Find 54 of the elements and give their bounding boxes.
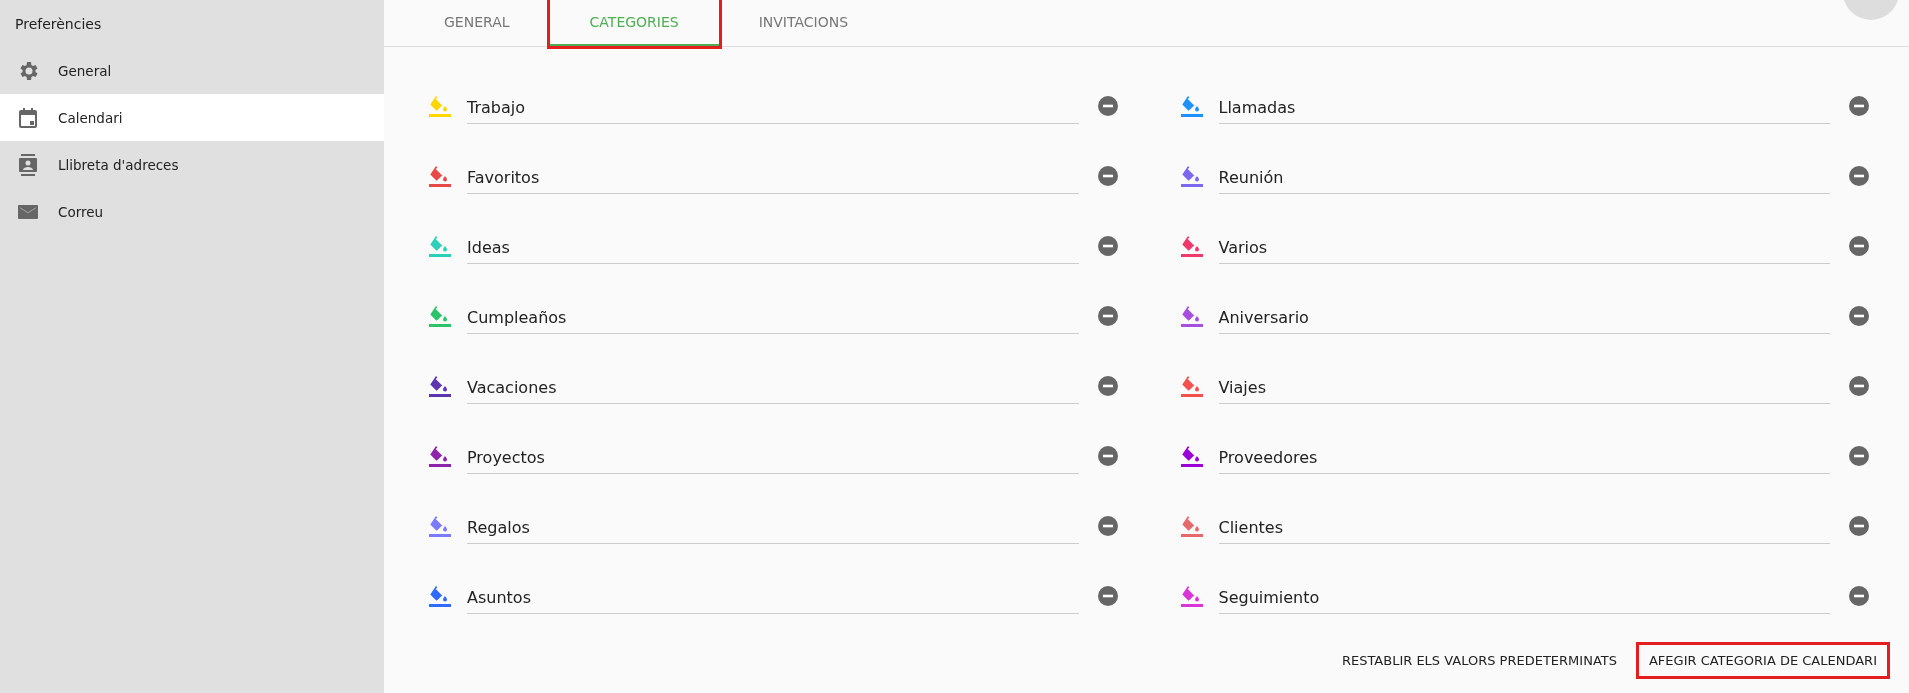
paint-bucket-icon[interactable] [428,444,452,468]
category-name-field[interactable]: Llamadas [1218,94,1830,124]
remove-icon[interactable] [1097,516,1118,536]
category-name-field[interactable]: Ideas [467,234,1079,264]
text-button[interactable]: RESTABLIR ELS VALORS PREDETERMINATS [1331,645,1627,676]
category-name-field[interactable]: Seguimiento [1218,584,1830,614]
remove-icon[interactable] [1097,376,1118,396]
category-name-field[interactable]: Reunión [1218,164,1830,194]
paint-bucket-icon[interactable] [1179,374,1204,398]
remove-icon[interactable] [1849,446,1869,466]
tab[interactable]: INVITACIONS [718,0,889,46]
remove-icon[interactable] [1849,586,1869,606]
paint-bucket-icon[interactable] [428,584,452,608]
category-name-field[interactable]: Clientes [1218,514,1830,544]
category-name-field[interactable]: Aniversario [1218,304,1830,334]
remove-icon[interactable] [1849,166,1869,186]
paint-bucket-icon[interactable] [1179,444,1204,468]
remove-icon[interactable] [1097,306,1118,326]
paint-bucket-icon[interactable] [1179,164,1204,188]
remove-icon[interactable] [1849,516,1869,536]
remove-icon[interactable] [1097,446,1118,466]
paint-bucket-icon[interactable] [428,374,452,398]
remove-icon[interactable] [1849,306,1869,326]
remove-icon[interactable] [1097,236,1118,256]
contact-book-icon [16,152,40,177]
paint-bucket-icon[interactable] [1179,234,1204,258]
tab[interactable]: GENERAL [404,0,550,46]
paint-bucket-icon[interactable] [1179,304,1204,328]
remove-icon[interactable] [1849,96,1869,116]
sidebar-item[interactable]: Calendari [0,94,384,141]
paint-bucket-icon[interactable] [428,164,452,188]
category-name-field[interactable]: Favoritos [467,164,1079,194]
sidebar-item[interactable]: Llibreta d'adreces [0,141,384,188]
category-name-field[interactable]: Vacaciones [467,374,1079,404]
paint-bucket-icon[interactable] [1179,584,1204,608]
sidebar-item[interactable]: Correu [0,188,384,235]
category-name-field[interactable]: Proyectos [467,444,1079,474]
calendar-icon [16,105,40,130]
remove-icon[interactable] [1849,376,1869,396]
category-name-field[interactable]: Asuntos [467,584,1079,614]
remove-icon[interactable] [1097,166,1118,186]
remove-icon[interactable] [1849,236,1869,256]
category-name-field[interactable]: Regalos [467,514,1079,544]
remove-icon[interactable] [1097,96,1118,116]
sidebar-item[interactable]: General [0,47,384,94]
category-name-field[interactable]: Viajes [1218,374,1830,404]
category-name-field[interactable]: Trabajo [467,94,1079,124]
remove-icon[interactable] [1097,586,1118,606]
category-name-field[interactable]: Cumpleaños [467,304,1079,334]
sidebar-title: Preferències [14,14,103,34]
paint-bucket-icon[interactable] [428,514,452,538]
category-name-field[interactable]: Varios [1218,234,1830,264]
text-button[interactable]: AFEGIR CATEGORIA DE CALENDARI [1638,645,1887,676]
category-name-field[interactable]: Proveedores [1218,444,1830,474]
